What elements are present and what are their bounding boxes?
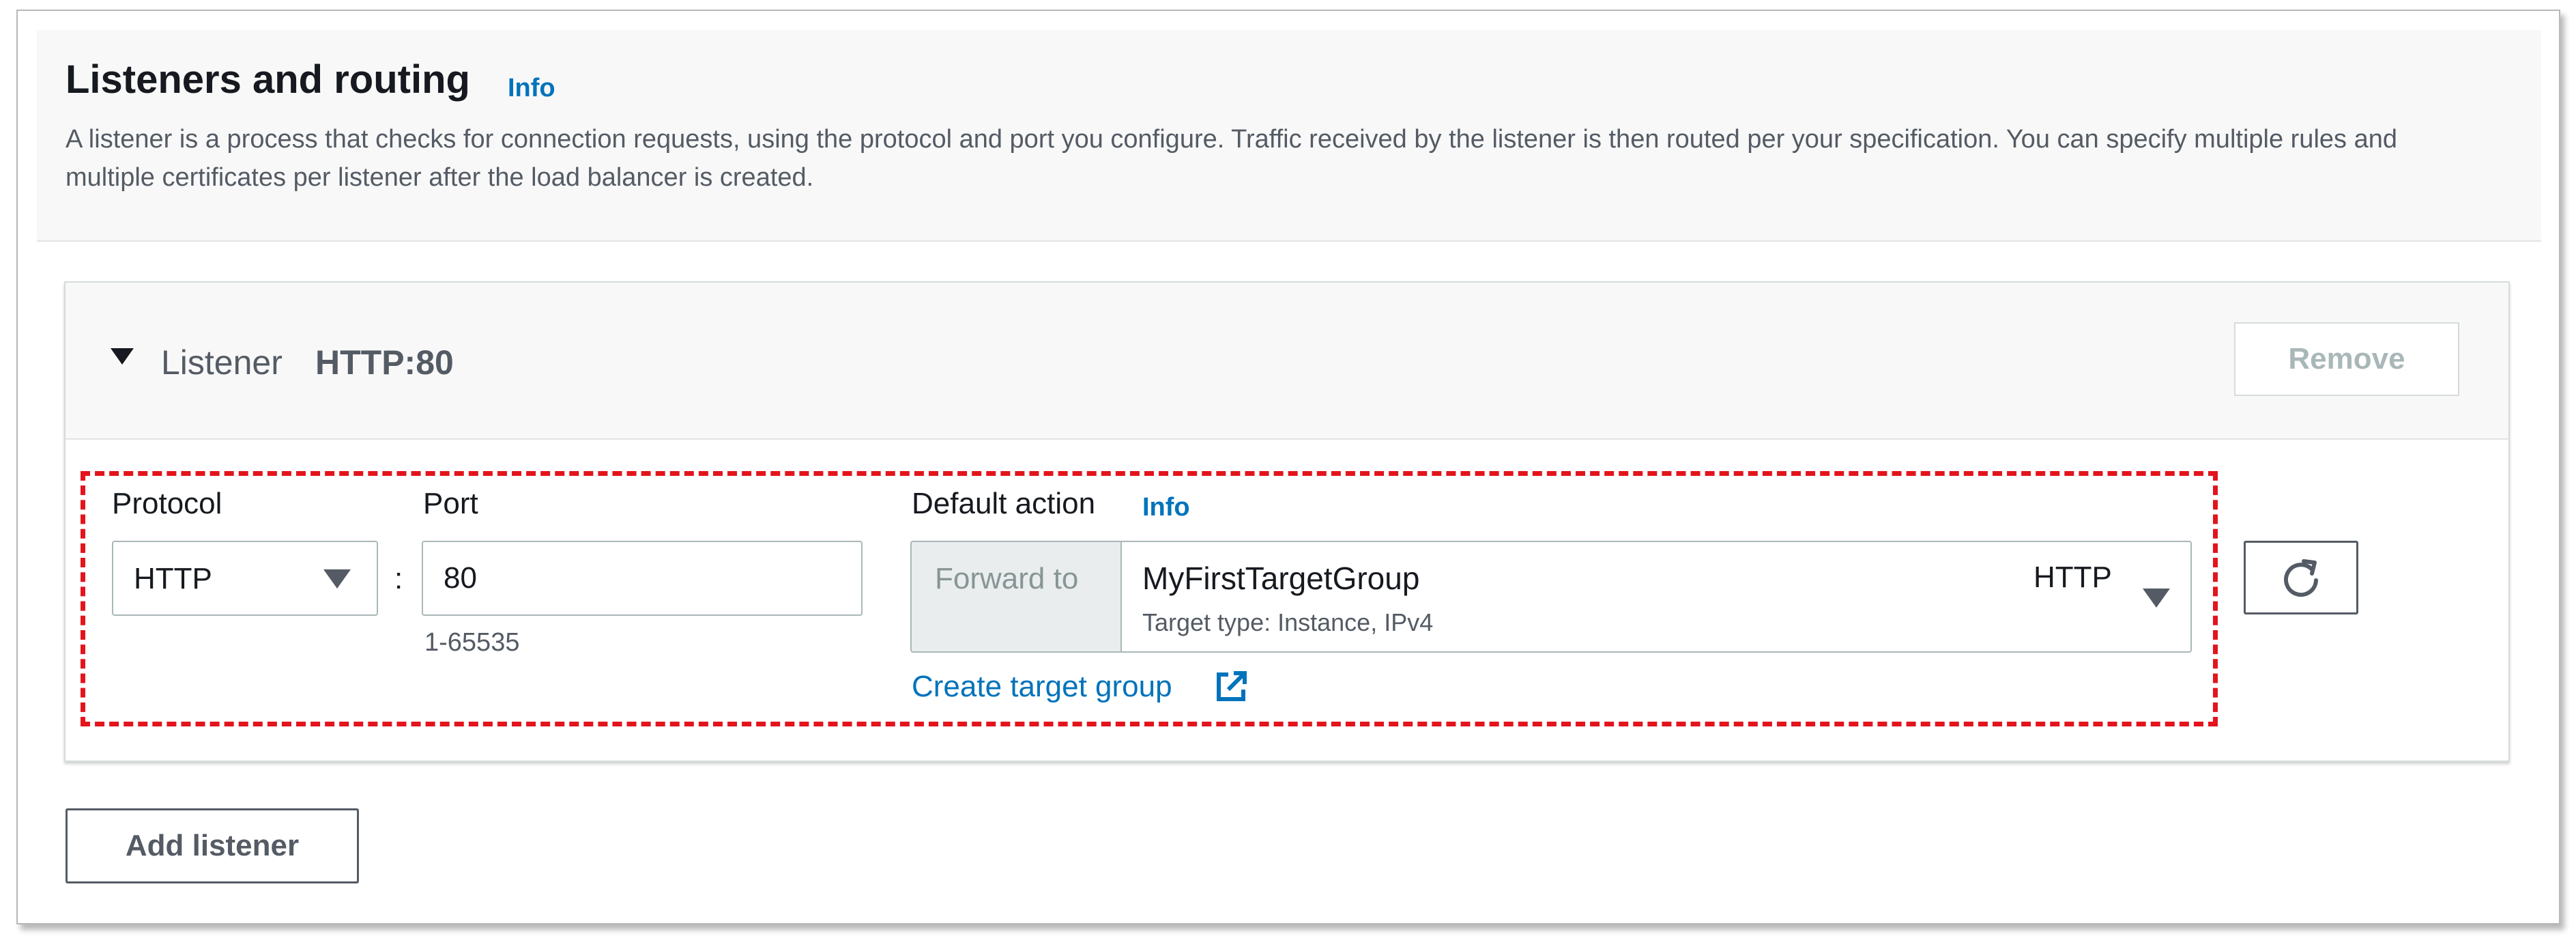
remove-button[interactable]: Remove (2234, 322, 2459, 396)
protocol-label: Protocol (112, 487, 222, 520)
page: Listeners and routing Info A listener is… (0, 0, 2576, 949)
forward-to-label: Forward to (935, 562, 1079, 595)
add-listener-button[interactable]: Add listener (66, 808, 359, 883)
target-group-protocol: HTTP (2034, 561, 2112, 594)
refresh-button[interactable] (2244, 541, 2358, 614)
target-group-select[interactable]: MyFirstTargetGroup Target type: Instance… (1120, 541, 2192, 653)
dropdown-caret-icon (2143, 589, 2170, 608)
protocol-select[interactable]: HTTP (112, 541, 378, 616)
listener-value: HTTP:80 (315, 343, 454, 382)
section-description: A listener is a process that checks for … (66, 125, 2397, 192)
protocol-port-separator: : (394, 562, 403, 595)
refresh-icon (2284, 559, 2318, 597)
default-action-label: Default action (912, 487, 1096, 520)
section-info-link[interactable]: Info (508, 75, 555, 101)
target-group-name: MyFirstTargetGroup (1142, 561, 1420, 596)
create-target-group-link[interactable]: Create target group (912, 672, 1172, 702)
port-input[interactable] (422, 541, 863, 616)
default-action-info-link[interactable]: Info (1142, 494, 1190, 520)
forward-to-addon: Forward to (910, 541, 1122, 653)
port-label: Port (423, 487, 478, 520)
section-title: Listeners and routing (66, 57, 470, 102)
listener-label: Listener (161, 343, 283, 382)
target-group-details: Target type: Instance, IPv4 (1142, 608, 1434, 636)
port-hint: 1-65535 (424, 628, 520, 657)
dropdown-caret-icon (323, 569, 351, 589)
external-link-icon[interactable] (1213, 669, 1249, 705)
caret-down-icon[interactable] (111, 348, 134, 365)
protocol-selected-value: HTTP (134, 562, 212, 595)
